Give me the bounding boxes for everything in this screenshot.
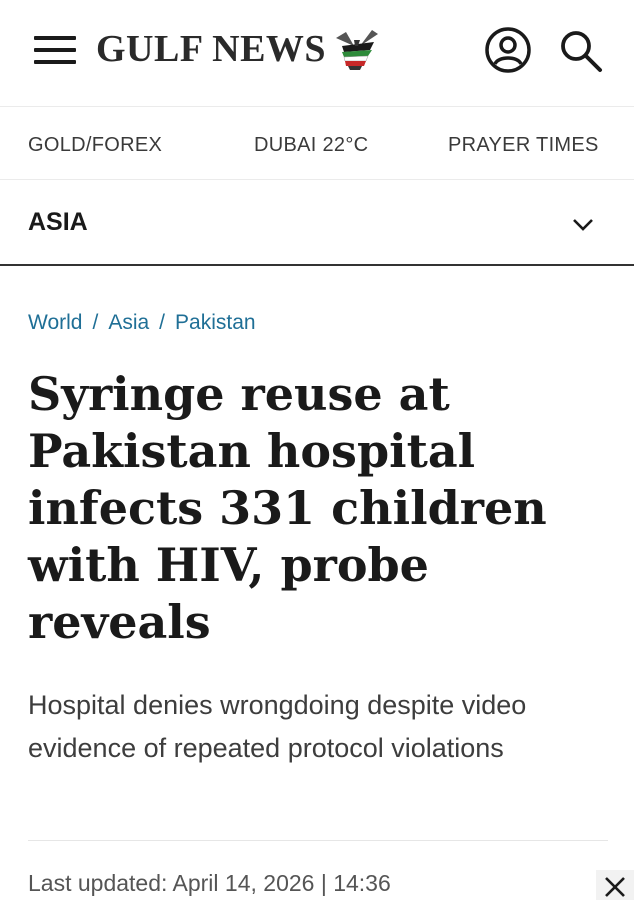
account-icon[interactable] <box>484 26 532 74</box>
divider <box>28 840 608 841</box>
section-dropdown[interactable]: ASIA <box>0 180 634 266</box>
chevron-down-icon <box>573 219 593 231</box>
gold-forex-link[interactable]: GOLD/FOREX <box>28 134 162 157</box>
article-subhead: Hospital denies wrongdoing despite video… <box>28 690 527 763</box>
article-headline: Syringe reuse at Pakistan hospital infec… <box>28 367 547 649</box>
breadcrumb-separator: / <box>92 311 99 334</box>
section-title: ASIA <box>28 208 88 236</box>
site-header: GULF NEWS <box>0 0 634 106</box>
menu-icon[interactable] <box>34 36 76 64</box>
breadcrumb-asia[interactable]: Asia <box>108 311 149 335</box>
logo-text: GULF NEWS <box>96 28 327 70</box>
weather-link[interactable]: DUBAI 22°C <box>254 134 368 157</box>
close-ad-button[interactable] <box>596 870 634 900</box>
prayer-times-link[interactable]: PRAYER TIMES <box>448 134 599 157</box>
breadcrumb: World / Asia / Pakistan <box>28 311 256 335</box>
falcon-logo-icon <box>336 30 379 70</box>
breadcrumb-pakistan[interactable]: Pakistan <box>175 311 256 335</box>
breadcrumb-world[interactable]: World <box>28 311 82 335</box>
breadcrumb-separator: / <box>159 311 166 334</box>
site-logo[interactable]: GULF NEWS <box>96 24 382 74</box>
quick-links-bar: GOLD/FOREX DUBAI 22°C PRAYER TIMES <box>0 106 634 180</box>
last-updated: Last updated: April 14, 2026 | 14:36 <box>28 870 391 896</box>
close-icon <box>605 877 625 897</box>
search-icon[interactable] <box>558 28 604 74</box>
